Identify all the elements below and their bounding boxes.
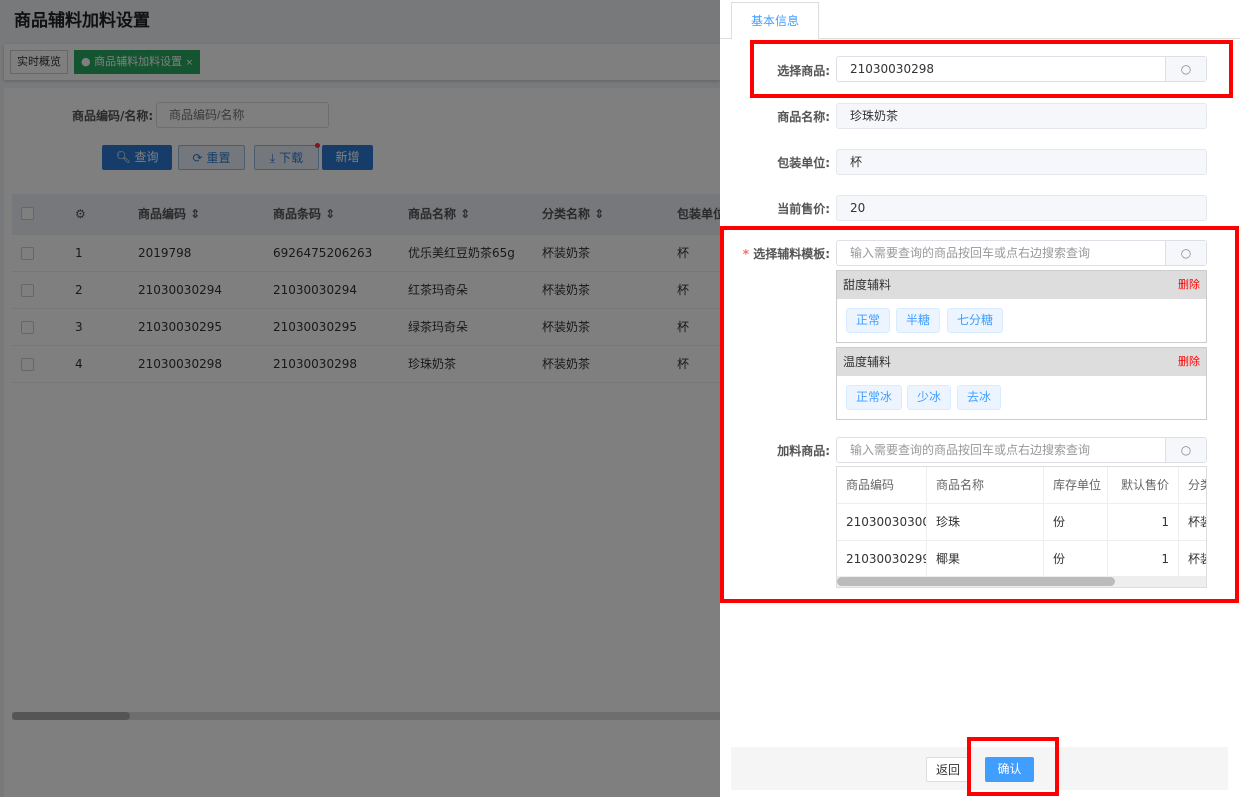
- unit-label: 包装单位:: [777, 156, 830, 170]
- highlight-templates: [720, 226, 1239, 603]
- unit-field: 杯: [836, 149, 1207, 175]
- back-button[interactable]: 返回: [926, 757, 970, 782]
- modal-overlay[interactable]: [0, 0, 720, 797]
- price-field: 20: [836, 195, 1207, 221]
- name-field: 珍珠奶茶: [836, 103, 1207, 129]
- name-label: 商品名称:: [777, 110, 830, 124]
- highlight-product: [750, 40, 1233, 98]
- highlight-confirm: [967, 737, 1059, 796]
- price-label: 当前售价:: [777, 202, 830, 216]
- tab-basic-info[interactable]: 基本信息: [731, 2, 819, 39]
